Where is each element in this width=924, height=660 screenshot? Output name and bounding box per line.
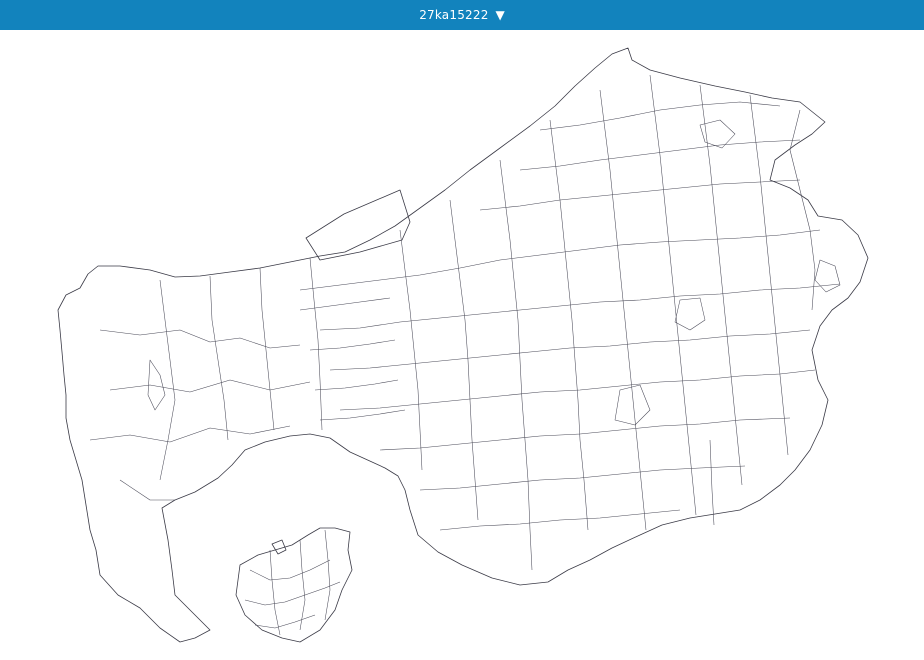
region-outline	[57, 47, 869, 643]
district-boundary-map[interactable]	[0, 30, 924, 660]
map-panel[interactable]	[0, 30, 924, 660]
dataset-selector[interactable]: 27ka15222 ▼	[0, 0, 924, 30]
district-boundaries	[89, 74, 841, 636]
dataset-title: 27ka15222	[419, 8, 489, 22]
triangle-down-icon: ▼	[495, 8, 505, 22]
